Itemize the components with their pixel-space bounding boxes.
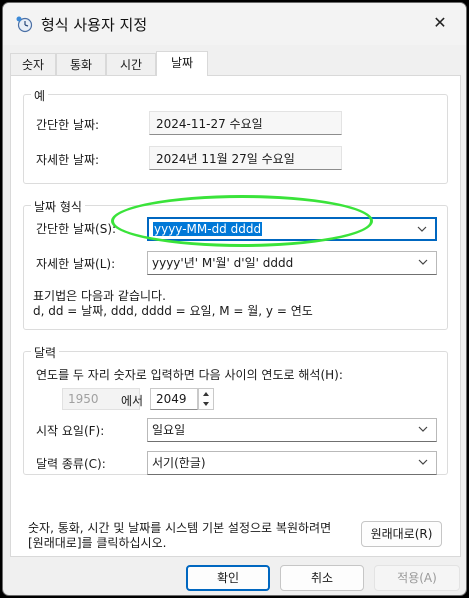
example-legend: 예	[31, 87, 49, 104]
two-digit-year-label: 연도를 두 자리 숫자로 입력하면 다음 사이의 연도로 해석(H):	[36, 368, 343, 382]
clock-globe-icon	[16, 16, 33, 33]
first-day-value: 일요일	[152, 423, 186, 437]
customize-format-dialog: 형식 사용자 지정 ✕ 숫자 통화 시간 날짜 예 간단한 날짜: 2024-1…	[2, 2, 467, 596]
calendar-type-value: 서기(한글)	[152, 456, 206, 470]
example-group: 예 간단한 날짜: 2024-11-27 수요일 자세한 날짜: 2024년 1…	[23, 87, 448, 184]
tab-strip: 숫자 통화 시간 날짜	[10, 51, 460, 76]
reset-instruction-line2: [원래대로]를 클릭하십시오.	[28, 536, 167, 550]
first-day-combobox[interactable]: 일요일	[147, 418, 437, 442]
calendar-group: 달력 연도를 두 자리 숫자로 입력하면 다음 사이의 연도로 해석(H): 1…	[23, 344, 448, 475]
example-short-label: 간단한 날짜:	[36, 118, 100, 132]
short-date-label: 간단한 날짜(S):	[36, 222, 117, 236]
ok-button[interactable]: 확인	[186, 565, 270, 591]
two-digit-year-to-field[interactable]: 2049	[150, 388, 198, 410]
cancel-button[interactable]: 취소	[280, 565, 364, 591]
date-format-legend: 날짜 형식	[31, 198, 85, 215]
example-short-date-field: 2024-11-27 수요일	[149, 111, 342, 135]
tab-time[interactable]: 시간	[106, 53, 156, 75]
long-date-value: yyyy'년' M'월' d'일' dddd	[152, 256, 294, 270]
close-button[interactable]: ✕	[420, 7, 460, 39]
spin-up-icon[interactable]	[199, 389, 213, 399]
tab-date[interactable]: 날짜	[156, 51, 208, 76]
chevron-down-icon	[418, 426, 428, 432]
chevron-down-icon	[417, 226, 427, 232]
short-date-combobox[interactable]: yyyy-MM-dd dddd	[147, 217, 437, 241]
notation-legend-text: d, dd = 날짜, ddd, dddd = 요일, M = 월, y = 연…	[33, 304, 313, 318]
dialog-title: 형식 사용자 지정	[41, 16, 148, 34]
reset-button[interactable]: 원래대로(R)	[361, 521, 442, 547]
apply-button: 적용(A)	[374, 565, 460, 591]
tab-currency[interactable]: 통화	[56, 53, 106, 75]
tab-number[interactable]: 숫자	[10, 53, 56, 75]
close-icon: ✕	[433, 13, 447, 32]
calendar-legend: 달력	[31, 344, 60, 361]
calendar-type-combobox[interactable]: 서기(한글)	[147, 451, 437, 475]
date-format-group: 날짜 형식 간단한 날짜(S): yyyy-MM-dd dddd 자세한 날짜(…	[23, 198, 448, 330]
chevron-down-icon	[418, 259, 428, 265]
title-bar: 형식 사용자 지정 ✕	[3, 3, 466, 45]
example-long-label: 자세한 날짜:	[36, 153, 100, 167]
short-date-value: yyyy-MM-dd dddd	[153, 222, 263, 236]
first-day-label: 시작 요일(F):	[36, 424, 105, 438]
spin-down-icon[interactable]	[199, 399, 213, 409]
example-long-date-field: 2024년 11월 27일 수요일	[149, 146, 342, 170]
year-spinner[interactable]	[198, 388, 214, 410]
tab-panel-date: 예 간단한 날짜: 2024-11-27 수요일 자세한 날짜: 2024년 1…	[10, 75, 461, 557]
calendar-type-label: 달력 종류(C):	[36, 457, 106, 471]
long-date-label: 자세한 날짜(L):	[36, 257, 116, 271]
long-date-combobox[interactable]: yyyy'년' M'월' d'일' dddd	[147, 251, 437, 275]
year-range-separator: 에서	[121, 394, 144, 408]
chevron-down-icon	[418, 459, 428, 465]
